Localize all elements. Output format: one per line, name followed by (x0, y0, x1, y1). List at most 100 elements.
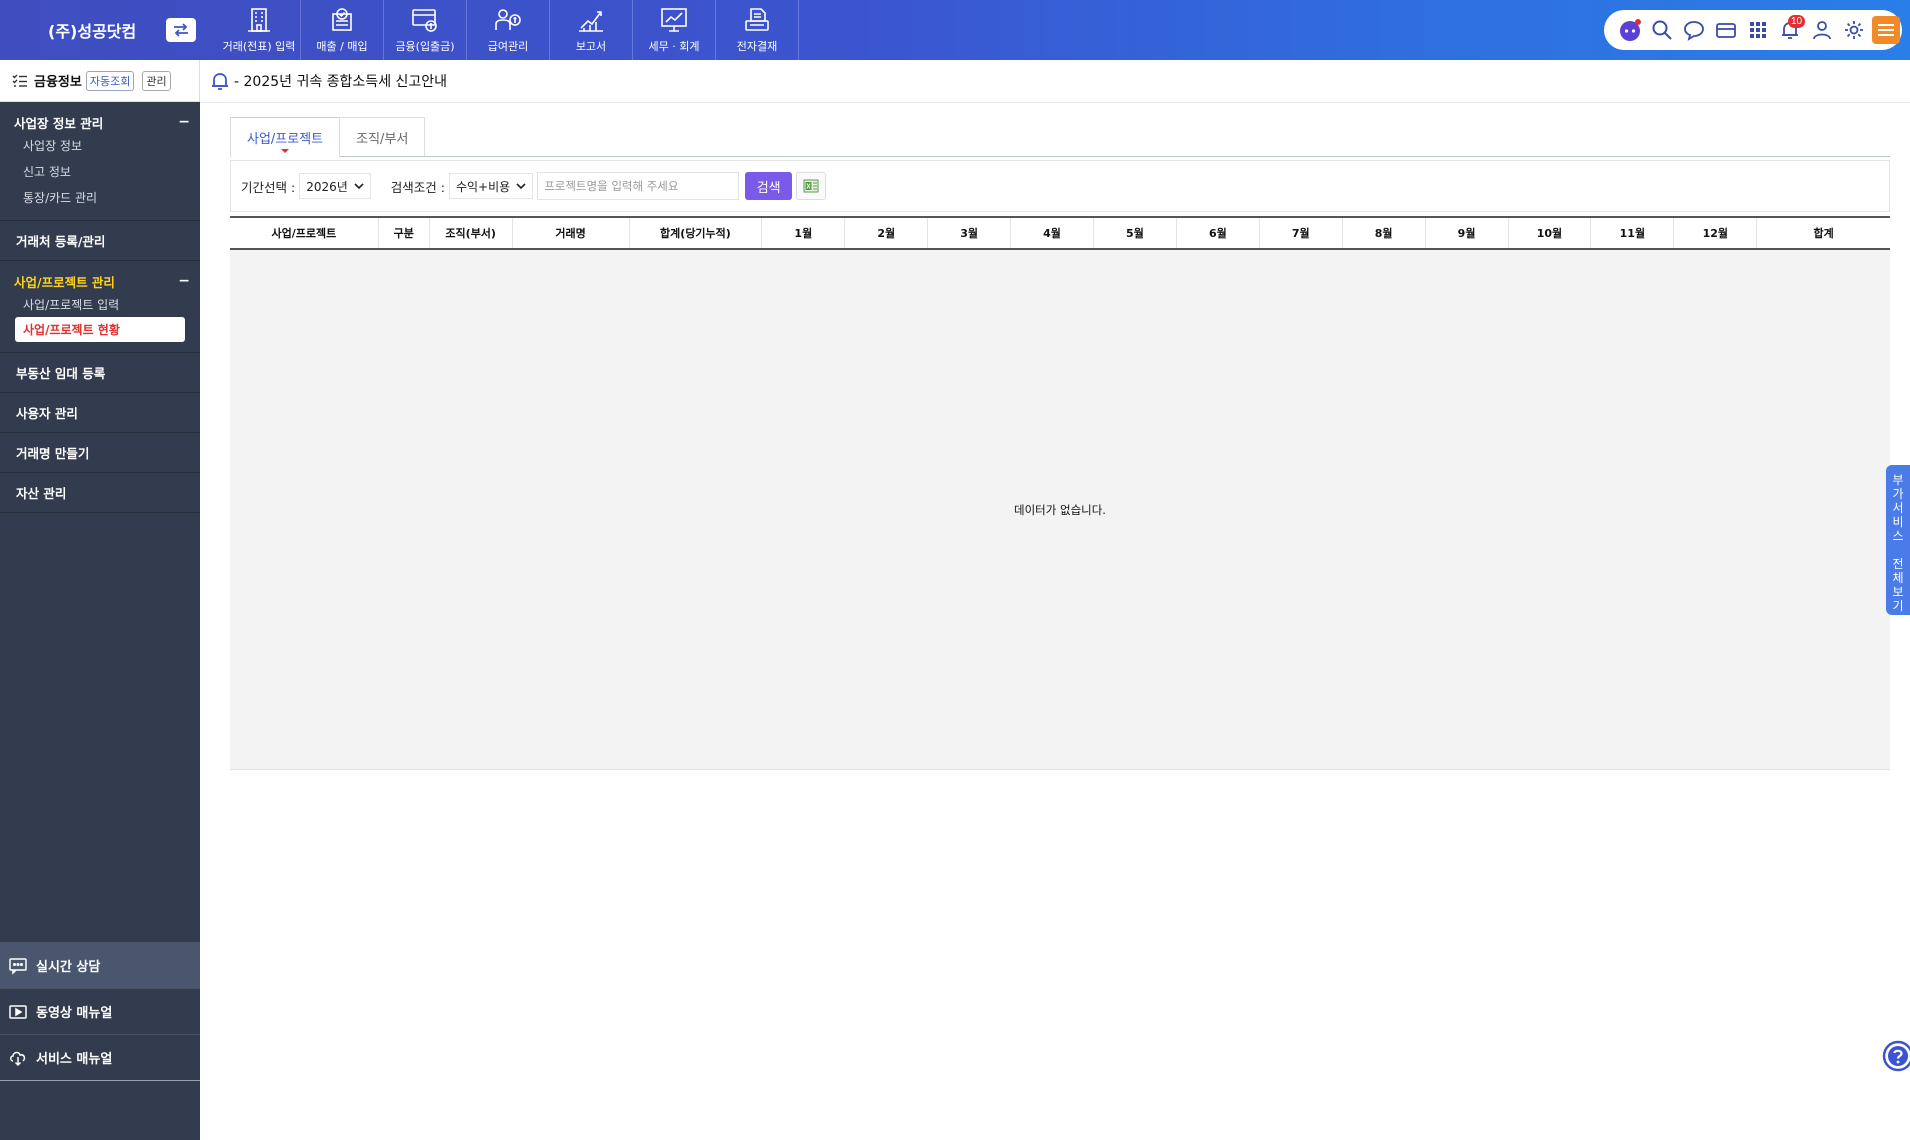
chatbot-icon (1620, 19, 1641, 41)
sidebar-section-title[interactable]: 사업장 정보 관리 − (0, 112, 200, 132)
side-tab-char: 보 (1892, 585, 1904, 599)
sidebar-item-assets[interactable]: 자산 관리 (0, 473, 200, 513)
column-header[interactable]: 4월 (1011, 218, 1094, 248)
column-header[interactable]: 2월 (845, 218, 929, 248)
column-header[interactable]: 9월 (1426, 218, 1509, 248)
column-header[interactable]: 11월 (1591, 218, 1675, 248)
receipt-check-icon (332, 8, 352, 31)
section-title-text: 사업/프로젝트 관리 (14, 274, 115, 290)
bell-outline-icon (212, 73, 228, 90)
manage-button[interactable]: 관리 (142, 70, 171, 91)
column-header[interactable]: 합계(당기누적) (630, 218, 763, 248)
nav-finance[interactable]: 금융(입출금) (384, 0, 467, 60)
nav-e-approval[interactable]: 전자결재 (716, 0, 799, 60)
column-header[interactable]: 조직(부서) (430, 218, 513, 248)
card-icon (1716, 23, 1736, 38)
sidebar: 금융정보 자동조회 관리 사업장 정보 관리 − 사업장 정보 신고 정보 통장… (0, 60, 200, 1140)
section-title-text: 사업장 정보 관리 (14, 115, 104, 131)
column-header[interactable]: 5월 (1094, 218, 1177, 248)
side-tab-char: 가 (1892, 487, 1904, 501)
side-tab-char: 부 (1892, 473, 1904, 487)
auto-lookup-button[interactable]: 자동조회 (85, 70, 135, 91)
chatbot-button[interactable] (1614, 14, 1646, 46)
empty-message: 데이터가 없습니다. (1014, 502, 1106, 517)
condition-label: 검색조건 : (390, 179, 445, 195)
column-header[interactable]: 6월 (1177, 218, 1260, 248)
tab-label: 사업/프로젝트 (247, 132, 324, 147)
addon-services-tab[interactable]: 부 가 서 비 스 전 체 보 기 (1886, 465, 1910, 615)
notification-button[interactable]: 10 (1774, 14, 1806, 46)
column-header[interactable]: 10월 (1509, 218, 1592, 248)
sidebar-item-client[interactable]: 거래처 등록/관리 (0, 221, 200, 261)
side-tab-char: 기 (1892, 599, 1904, 613)
nav-label: 거래(전표) 입력 (222, 40, 296, 53)
column-header[interactable]: 12월 (1674, 218, 1758, 248)
chevron-down-icon (354, 183, 364, 190)
presentation-icon (661, 8, 687, 32)
sidebar-item-users[interactable]: 사용자 관리 (0, 393, 200, 433)
hamburger-line (1878, 29, 1894, 31)
nav-payroll[interactable]: 급여관리 (467, 0, 550, 60)
notice-banner[interactable]: - 2025년 귀속 종합소득세 신고안내 (210, 66, 447, 96)
sidebar-item-project-entry[interactable]: 사업/프로젝트 입력 (0, 291, 200, 317)
hamburger-menu-button[interactable] (1872, 16, 1900, 44)
column-header[interactable]: 사업/프로젝트 (230, 218, 379, 248)
tab-department[interactable]: 조직/부서 (340, 117, 426, 157)
column-header[interactable]: 합계 (1757, 218, 1890, 248)
sidebar-section-project: 사업/프로젝트 관리 − 사업/프로젝트 입력 사업/프로젝트 현황 (0, 261, 200, 353)
sidebar-item-report-info[interactable]: 신고 정보 (0, 158, 200, 184)
live-chat-button[interactable]: 실시간 상담 (0, 942, 200, 988)
collapse-minus-icon[interactable]: − (178, 114, 190, 130)
column-header[interactable]: 구분 (379, 218, 430, 248)
column-header[interactable]: 거래명 (513, 218, 630, 248)
switch-company-button[interactable] (166, 18, 196, 42)
active-caret-icon (281, 149, 290, 153)
project-search-input[interactable]: 프로젝트명을 입력해 주세요 (537, 172, 740, 200)
period-select[interactable]: 2026년 (299, 173, 371, 199)
condition-select[interactable]: 수익+비용 (448, 173, 534, 199)
nav-label: 금융(입출금) (395, 40, 455, 53)
main-nav: 거래(전표) 입력 매출 / 매입 금융(입출금) 급여관리 보고서 세무 · … (218, 0, 799, 60)
tab-label: 조직/부서 (356, 132, 409, 147)
column-header[interactable]: 3월 (928, 218, 1012, 248)
sidebar-section-title[interactable]: 사업/프로젝트 관리 − (0, 271, 200, 291)
chat-button[interactable] (1678, 14, 1710, 46)
column-header[interactable]: 7월 (1260, 218, 1343, 248)
nav-reports[interactable]: 보고서 (550, 0, 633, 60)
sidebar-item-real-estate[interactable]: 부동산 임대 등록 (0, 353, 200, 393)
service-manual-button[interactable]: 서비스 매뉴얼 (0, 1034, 200, 1080)
condition-value: 수익+비용 (455, 179, 511, 194)
data-grid: 사업/프로젝트 구분 조직(부서) 거래명 합계(당기누적) 1월 2월 3월 … (230, 216, 1890, 770)
divider (230, 156, 1890, 157)
sidebar-item-workplace-info[interactable]: 사업장 정보 (0, 132, 200, 158)
user-icon (1813, 21, 1831, 40)
collapse-minus-icon[interactable]: − (178, 273, 190, 289)
sidebar-item-project-status[interactable]: 사업/프로젝트 현황 (15, 317, 185, 342)
view-tabs: 사업/프로젝트 조직/부서 (230, 117, 426, 158)
video-manual-button[interactable]: 동영상 매뉴얼 (0, 988, 200, 1034)
sidebar-bottom-links: 실시간 상담 동영상 매뉴얼 서비스 매뉴얼 (0, 942, 200, 1081)
nav-sales-purchase[interactable]: 매출 / 매입 (301, 0, 384, 60)
sidebar-header: 금융정보 자동조회 관리 (0, 60, 200, 102)
nav-transaction-entry[interactable]: 거래(전표) 입력 (218, 0, 301, 60)
user-button[interactable] (1806, 14, 1838, 46)
divider (200, 102, 1910, 103)
column-header[interactable]: 8월 (1343, 218, 1426, 248)
column-header[interactable]: 1월 (762, 218, 846, 248)
sidebar-item-transaction-name[interactable]: 거래명 만들기 (0, 433, 200, 473)
chevron-down-icon (516, 183, 526, 190)
grid-empty-body: 데이터가 없습니다. (230, 250, 1890, 770)
help-question-icon[interactable] (1880, 1040, 1910, 1072)
payment-button[interactable] (1710, 14, 1742, 46)
company-name[interactable]: (주)성공닷컴 (48, 18, 136, 42)
apps-button[interactable] (1742, 14, 1774, 46)
excel-download-button[interactable] (796, 172, 827, 200)
nav-tax-accounting[interactable]: 세무 · 회계 (633, 0, 716, 60)
sidebar-section-workplace: 사업장 정보 관리 − 사업장 정보 신고 정보 통장/카드 관리 (0, 102, 200, 221)
building-icon (248, 8, 270, 32)
search-button[interactable]: 검색 (745, 172, 793, 200)
sidebar-item-account-card[interactable]: 통장/카드 관리 (0, 184, 200, 210)
search-button[interactable] (1646, 14, 1678, 46)
tab-project[interactable]: 사업/프로젝트 (230, 117, 341, 158)
settings-button[interactable] (1838, 14, 1870, 46)
